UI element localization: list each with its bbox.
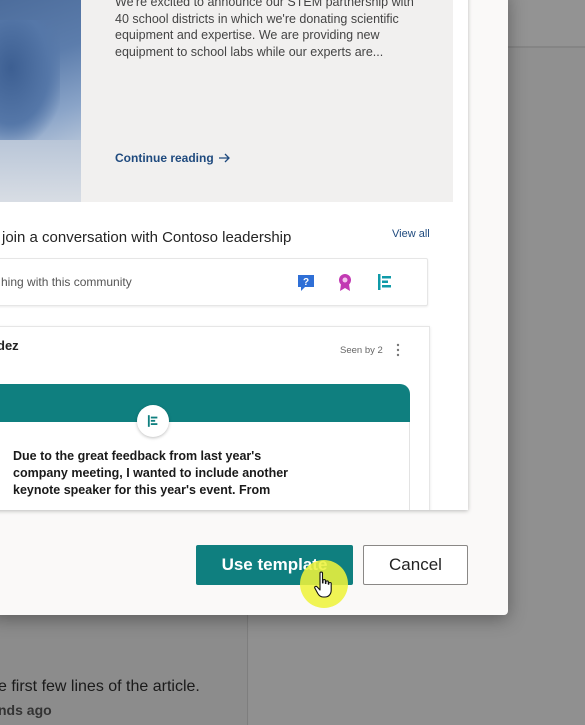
news-hero-card[interactable]: We're excited to announce our STEM partn… [0,0,453,202]
announcement-icon[interactable] [374,271,396,293]
conversation-post-card[interactable]: dez Seen by 2 Due to the great feedback … [0,326,430,510]
post-banner [0,384,410,424]
praise-badge-icon[interactable] [334,271,356,293]
arrow-right-icon [218,153,230,163]
post-body: Due to the great feedback from last year… [13,449,289,497]
more-options-icon[interactable] [395,343,401,357]
post-author-name: dez [0,338,19,353]
seen-by-count: Seen by 2 [340,345,383,356]
news-excerpt-line: 40 school districts in which we're donat… [115,11,399,26]
community-search-bar[interactable]: hing with this community ? [0,258,428,306]
cancel-button[interactable]: Cancel [363,545,468,585]
continue-reading-link[interactable]: Continue reading [115,151,231,165]
news-excerpt: We're excited to announce our STEM partn… [115,0,435,60]
background-header-strip [507,0,585,46]
question-icon[interactable]: ? [295,271,317,293]
svg-text:?: ? [303,277,309,288]
hand-pointer-icon [314,571,332,598]
background-divider [507,46,585,48]
news-excerpt-line: We're excited to announce our STEM partn… [115,0,414,9]
template-preview: We're excited to announce our STEM partn… [0,0,468,510]
news-hero-image [0,0,81,202]
announcement-badge [137,405,169,437]
view-all-link[interactable]: View all [392,228,430,240]
community-search-placeholder: hing with this community [1,275,132,289]
news-excerpt-line: equipment to school labs while our exper… [115,44,384,59]
community-title: join a conversation with Contoso leaders… [2,229,292,246]
announcement-icon [147,415,158,427]
news-excerpt-line: equipment and expertise. We are providin… [115,28,380,42]
continue-reading-label: Continue reading [115,151,214,165]
template-dialog: We're excited to announce our STEM partn… [0,0,508,615]
background-article-timestamp: nds ago [0,702,52,718]
background-article-snippet: e first few lines of the article. [0,678,200,695]
